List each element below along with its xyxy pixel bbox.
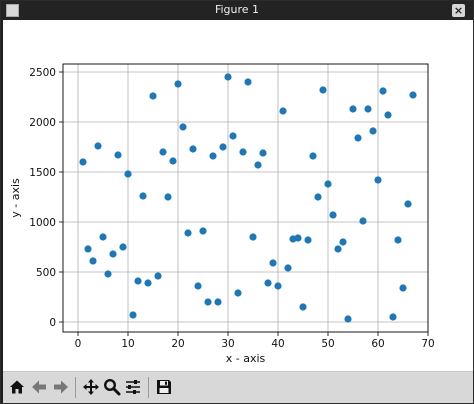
navigation-toolbar [3, 371, 473, 403]
scatter-point [184, 229, 192, 237]
y-tick-label: 1000 [29, 217, 56, 229]
scatter-point [274, 282, 282, 290]
scatter-point [114, 151, 122, 159]
scatter-point [279, 107, 287, 115]
scatter-point [149, 92, 157, 100]
save-icon[interactable] [154, 377, 174, 397]
toolbar-separator [148, 377, 149, 398]
scatter-point [329, 211, 337, 219]
scatter-point [234, 289, 242, 297]
y-tick-label: 0 [49, 317, 56, 329]
scatter-point [94, 142, 102, 150]
x-tick-label: 20 [171, 338, 184, 350]
scatter-point [354, 134, 362, 142]
scatter-point [379, 87, 387, 95]
scatter-point [229, 132, 237, 140]
scatter-point [239, 148, 247, 156]
x-tick-label: 60 [371, 338, 384, 350]
figure-window: Figure 1 × 0 10 20 30 40 50 60 70 0 500 1000 1500 20… [0, 0, 474, 404]
scatter-point [79, 158, 87, 166]
scatter-point [259, 149, 267, 157]
scatter-point [169, 157, 177, 165]
scatter-point [334, 245, 342, 253]
scatter-point [124, 170, 132, 178]
forward-arrow-icon[interactable] [51, 377, 71, 397]
scatter-plot: 0 10 20 30 40 50 60 70 0 500 1000 1500 2000 2500 x - a… [9, 63, 435, 365]
y-tick-label: 1500 [29, 167, 56, 179]
scatter-point [244, 78, 252, 86]
scatter-point [364, 105, 372, 113]
scatter-point [194, 282, 202, 290]
scatter-point [179, 123, 187, 131]
scatter-point [104, 270, 112, 278]
y-tick-label: 500 [36, 267, 56, 279]
scatter-point [209, 152, 217, 160]
axes-frame [62, 63, 429, 333]
close-icon[interactable]: × [452, 4, 465, 17]
scatter-point [319, 86, 327, 94]
configure-subplots-icon[interactable] [123, 377, 143, 397]
window-title: Figure 1 [214, 3, 260, 16]
x-tick-label: 70 [421, 338, 434, 350]
scatter-point [84, 245, 92, 253]
scatter-point [249, 233, 257, 241]
scatter-point [359, 217, 367, 225]
title-bar[interactable]: Figure 1 × [1, 1, 473, 20]
scatter-point [99, 233, 107, 241]
scatter-point [369, 127, 377, 135]
x-tick-label: 30 [221, 338, 234, 350]
zoom-icon[interactable] [102, 377, 122, 397]
scatter-point [159, 148, 167, 156]
x-axis-label: x - axis [226, 352, 266, 365]
back-arrow-icon[interactable] [29, 377, 49, 397]
toolbar-separator [75, 377, 76, 398]
y-tick-label: 2000 [29, 117, 56, 129]
x-tick-label: 40 [271, 338, 284, 350]
scatter-point [304, 236, 312, 244]
scatter-point [284, 264, 292, 272]
scatter-point [129, 311, 137, 319]
scatter-point [204, 298, 212, 306]
scatter-point [339, 238, 347, 246]
scatter-point [189, 145, 197, 153]
scatter-point [89, 257, 97, 265]
scatter-point [374, 176, 382, 184]
x-tick-label: 10 [121, 338, 134, 350]
scatter-point [264, 279, 272, 287]
scatter-point [199, 227, 207, 235]
scatter-point [174, 80, 182, 88]
figure-canvas[interactable]: 0 10 20 30 40 50 60 70 0 500 1000 1500 2000 2500 x - a… [3, 20, 473, 371]
scatter-point [399, 284, 407, 292]
scatter-point [164, 193, 172, 201]
home-icon[interactable] [7, 377, 27, 397]
scatter-point [349, 105, 357, 113]
scatter-point [224, 73, 232, 81]
scatter-point [219, 143, 227, 151]
pan-icon[interactable] [81, 377, 101, 397]
scatter-point [254, 161, 262, 169]
scatter-point [139, 192, 147, 200]
scatter-point [119, 243, 127, 251]
scatter-point [384, 111, 392, 119]
scatter-point [314, 193, 322, 201]
scatter-point [299, 303, 307, 311]
x-tick-label: 50 [321, 338, 334, 350]
scatter-point [154, 272, 162, 280]
scatter-point [294, 234, 302, 242]
scatter-point [394, 236, 402, 244]
scatter-point [144, 279, 152, 287]
scatter-point [309, 152, 317, 160]
scatter-point [389, 313, 397, 321]
scatter-point [409, 91, 417, 99]
y-axis-label: y - axis [9, 178, 22, 218]
scatter-point [404, 200, 412, 208]
scatter-point [214, 298, 222, 306]
scatter-point [269, 259, 277, 267]
scatter-point [134, 277, 142, 285]
x-tick-label: 0 [75, 338, 82, 350]
scatter-point [324, 180, 332, 188]
y-tick-label: 2500 [29, 67, 56, 79]
scatter-point [109, 250, 117, 258]
scatter-point [344, 315, 352, 323]
